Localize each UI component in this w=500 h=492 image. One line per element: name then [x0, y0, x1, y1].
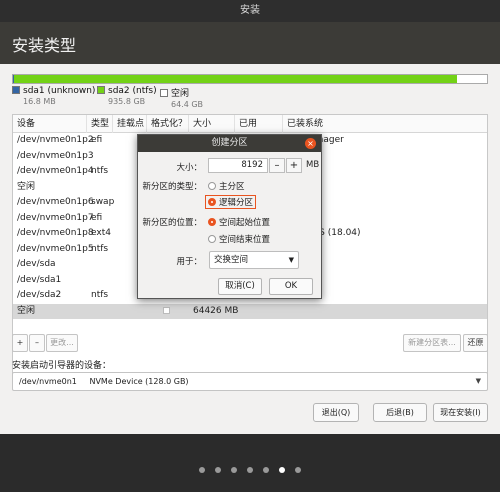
cell-type: swap: [91, 197, 115, 207]
cell-type: efi: [91, 212, 103, 223]
use-as-label: 用于：: [176, 257, 202, 267]
legend-swatch: [97, 86, 105, 94]
add-partition-button[interactable]: +: [12, 334, 28, 352]
radio-on-icon: [208, 198, 216, 206]
partition-location-label: 新分区的位置：: [142, 218, 202, 228]
install-now-button[interactable]: 现在安装(I): [433, 403, 488, 422]
page-header: 安装类型: [0, 22, 500, 64]
boot-device-description: NVMe Device (128.0 GB): [89, 377, 189, 386]
cell-device: /dev/sda2: [17, 290, 62, 300]
progress-dot: [247, 467, 253, 473]
page-title: 安装类型: [12, 36, 77, 55]
change-partition-button[interactable]: 更改...: [46, 334, 78, 352]
size-input[interactable]: 8192: [208, 158, 268, 173]
radio-on-icon: [208, 218, 216, 226]
radio-location-start[interactable]: 空间起始位置: [208, 216, 270, 228]
table-row[interactable]: 空闲 64426 MB: [13, 303, 487, 320]
radio-location-end[interactable]: 空间结束位置: [208, 233, 270, 245]
disk-segment-free: [457, 75, 487, 83]
ok-button[interactable]: OK: [269, 278, 313, 295]
radio-off-icon: [208, 182, 216, 190]
boot-device-select[interactable]: /dev/nvme0n1 NVMe Device (128.0 GB) ▼: [12, 372, 488, 391]
column-system[interactable]: 已装系统: [283, 115, 489, 133]
radio-logical-partition[interactable]: 逻辑分区: [204, 195, 257, 209]
dialog-titlebar: 创建分区 ×: [138, 135, 321, 152]
size-label: 大小：: [176, 163, 202, 173]
progress-dot: [199, 467, 205, 473]
revert-button[interactable]: 还原: [463, 334, 488, 352]
footer: [0, 434, 500, 492]
progress-dot: [231, 467, 237, 473]
back-button[interactable]: 后退(B): [373, 403, 427, 422]
size-increment-button[interactable]: +: [286, 158, 302, 173]
chevron-down-icon: ▼: [288, 256, 294, 264]
partition-type-label: 新分区的类型：: [142, 182, 202, 192]
cell-device: /dev/nvme0n1p8: [17, 228, 94, 238]
column-format[interactable]: 格式化？: [147, 115, 189, 133]
cell-device: /dev/sda: [17, 259, 56, 269]
cell-device: /dev/nvme0n1p6: [17, 197, 94, 207]
table-header: 设备 类型 挂载点 格式化？ 大小 已用 已装系统: [13, 115, 487, 133]
cell-type: ntfs: [91, 290, 109, 300]
column-device[interactable]: 设备: [13, 115, 87, 133]
cell-size: 64426 MB: [193, 305, 239, 316]
legend-item-sda1: sda1 (unknown) 16.8 MB: [12, 86, 95, 106]
disk-segment-ntfs: [14, 75, 457, 83]
close-icon[interactable]: ×: [305, 138, 316, 149]
cell-type: efi: [91, 135, 103, 145]
progress-dot: [215, 467, 221, 473]
boot-device-label: 安装启动引导器的设备：: [12, 361, 112, 371]
progress-dot: [263, 467, 269, 473]
cell-type: ntfs: [91, 166, 109, 176]
remove-partition-button[interactable]: –: [29, 334, 45, 352]
legend-swatch: [160, 89, 168, 97]
column-used[interactable]: 已用: [235, 115, 283, 133]
cell-device: /dev/nvme0n1p7: [17, 212, 94, 223]
column-mount[interactable]: 挂载点: [113, 115, 147, 133]
legend-swatch: [12, 86, 20, 94]
column-type[interactable]: 类型: [87, 115, 113, 133]
cell-device: /dev/nvme0n1p4: [17, 166, 94, 176]
disk-usage-bar: [12, 74, 488, 84]
cell-device: /dev/nvme0n1p3: [17, 150, 94, 161]
progress-dot: [295, 467, 301, 473]
quit-button[interactable]: 退出(Q): [313, 403, 359, 422]
cell-device: /dev/nvme0n1p2: [17, 135, 94, 145]
format-checkbox[interactable]: [163, 304, 170, 320]
create-partition-dialog: 创建分区 × 大小： 8192 – + MB 新分区的类型： 主分区 逻辑分区 …: [137, 134, 322, 299]
window-title: 安装: [240, 5, 260, 16]
cell-device: /dev/nvme0n1p5: [17, 243, 94, 254]
chevron-down-icon: ▼: [475, 377, 481, 385]
cancel-button[interactable]: 取消(C): [218, 278, 262, 295]
checkbox-icon: [163, 306, 170, 314]
size-decrement-button[interactable]: –: [269, 158, 285, 173]
radio-off-icon: [208, 235, 216, 243]
cell-type: ext4: [91, 228, 111, 238]
dialog-title: 创建分区: [211, 138, 248, 148]
cell-device: /dev/sda1: [17, 274, 62, 285]
boot-device-path: /dev/nvme0n1: [19, 377, 77, 386]
column-size[interactable]: 大小: [189, 115, 235, 133]
use-as-select[interactable]: 交换空间 ▼: [209, 251, 299, 269]
progress-dots: [0, 458, 500, 477]
progress-dot: [279, 467, 285, 473]
legend-item-sda2: sda2 (ntfs) 935.8 GB: [97, 86, 157, 106]
radio-primary-partition[interactable]: 主分区: [208, 180, 245, 192]
window-titlebar: 安装: [0, 0, 500, 22]
cell-device: 空闲: [17, 305, 36, 316]
size-unit: MB: [306, 160, 320, 170]
cell-device: 空闲: [17, 181, 36, 192]
legend-item-free: 空闲 64.4 GB: [160, 86, 203, 109]
new-partition-table-button[interactable]: 新建分区表...: [403, 334, 461, 352]
cell-type: ntfs: [91, 243, 109, 254]
